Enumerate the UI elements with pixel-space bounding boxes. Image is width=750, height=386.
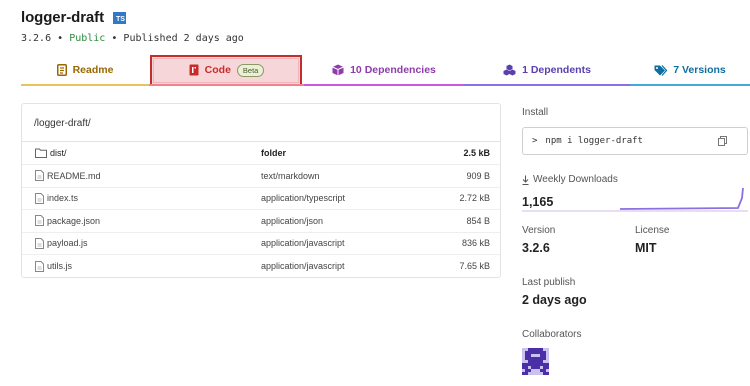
package-published: Published 2 days ago (123, 33, 244, 44)
meta-separator: • (111, 33, 118, 44)
collaborator-avatar[interactable] (522, 348, 549, 375)
file-name[interactable]: payload.js (47, 238, 88, 248)
download-icon (522, 175, 529, 185)
package-tabs: Readme Code Beta 10 Dependencies 1 Depen… (21, 54, 750, 86)
file-size: 836 kB (436, 232, 500, 255)
copy-icon[interactable] (718, 136, 727, 149)
typescript-badge-icon: TS (112, 11, 126, 24)
downloads-sparkline (620, 187, 744, 210)
file-type: folder (261, 142, 436, 165)
collaborators-label: Collaborators (522, 329, 582, 340)
file-size: 909 B (436, 164, 500, 188)
file-type: text/markdown (261, 164, 436, 188)
table-row[interactable]: utils.js application/javascript 7.65 kB (22, 255, 500, 278)
license-label: License (635, 225, 670, 236)
install-command: npm i logger-draft (545, 136, 643, 146)
license-value: MIT (635, 241, 657, 255)
file-icon (35, 192, 44, 204)
tab-dependents[interactable]: 1 Dependents (464, 54, 630, 86)
weekly-downloads-label: Weekly Downloads (533, 174, 618, 185)
breadcrumb-package-link[interactable]: logger-draft (37, 118, 88, 129)
version-label: Version (522, 225, 556, 236)
file-table: dist/ folder 2.5 kB README.md text/markd… (22, 142, 500, 277)
table-row[interactable]: payload.js application/javascript 836 kB (22, 232, 500, 255)
tab-versions[interactable]: 7 Versions (630, 54, 750, 86)
package-meta: 3.2.6 • Public • Published 2 days ago (21, 33, 244, 44)
tab-readme-label: Readme (72, 64, 114, 76)
file-size: 2.72 kB (436, 187, 500, 210)
version-value: 3.2.6 (522, 241, 550, 255)
install-label: Install (522, 107, 549, 118)
file-path-breadcrumb: /logger-draft/ (22, 104, 500, 142)
tab-dependents-label: 1 Dependents (522, 64, 591, 76)
file-size: 7.65 kB (459, 261, 490, 271)
file-type: application/javascript (261, 232, 436, 255)
tab-code-label: Code (204, 64, 231, 76)
tab-code[interactable]: Code Beta (149, 54, 304, 86)
weekly-downloads-header: Weekly Downloads (522, 174, 618, 185)
table-row[interactable]: index.ts application/typescript 2.72 kB (22, 187, 500, 210)
package-visibility: Public (69, 33, 106, 44)
code-file-icon (189, 64, 199, 76)
meta-separator: • (57, 33, 64, 44)
table-row[interactable]: package.json application/json 854 B (22, 209, 500, 233)
file-icon (35, 260, 44, 272)
document-icon (56, 64, 67, 76)
last-publish-value: 2 days ago (522, 293, 587, 307)
breadcrumb-separator: / (87, 118, 91, 129)
folder-icon (35, 148, 47, 158)
file-type: application/typescript (261, 187, 436, 210)
tab-readme[interactable]: Readme (21, 54, 149, 86)
package-name: logger-draft (21, 9, 104, 26)
file-name[interactable]: README.md (47, 171, 101, 181)
file-icon (35, 215, 44, 227)
weekly-downloads-count: 1,165 (522, 195, 554, 209)
tab-versions-label: 7 Versions (673, 64, 726, 76)
tab-dependencies-label: 10 Dependencies (350, 64, 436, 76)
tab-dependencies[interactable]: 10 Dependencies (304, 54, 464, 86)
install-command-box[interactable]: > npm i logger-draft (522, 127, 748, 155)
tags-icon (654, 64, 668, 76)
beta-badge: Beta (236, 63, 265, 77)
file-name[interactable]: utils.js (47, 261, 72, 271)
file-name[interactable]: index.ts (47, 193, 78, 203)
file-type: application/json (261, 209, 436, 233)
file-name[interactable]: dist/ (50, 148, 67, 158)
table-row[interactable]: README.md text/markdown 909 B (22, 164, 500, 188)
file-icon (35, 237, 44, 249)
prompt-icon: > (532, 136, 538, 146)
boxes-icon (503, 64, 516, 76)
last-publish-label: Last publish (522, 277, 576, 288)
file-icon (35, 170, 44, 182)
table-row[interactable]: dist/ folder 2.5 kB (22, 142, 500, 165)
file-browser: /logger-draft/ dist/ folder 2.5 kB READM… (21, 103, 501, 278)
box-icon (332, 64, 344, 76)
file-size: 854 B (436, 209, 500, 233)
package-version: 3.2.6 (21, 33, 52, 44)
file-type: application/javascript (261, 261, 345, 271)
file-size: 2.5 kB (436, 142, 500, 165)
package-header: logger-draft TS (21, 9, 126, 26)
file-name[interactable]: package.json (47, 216, 100, 226)
